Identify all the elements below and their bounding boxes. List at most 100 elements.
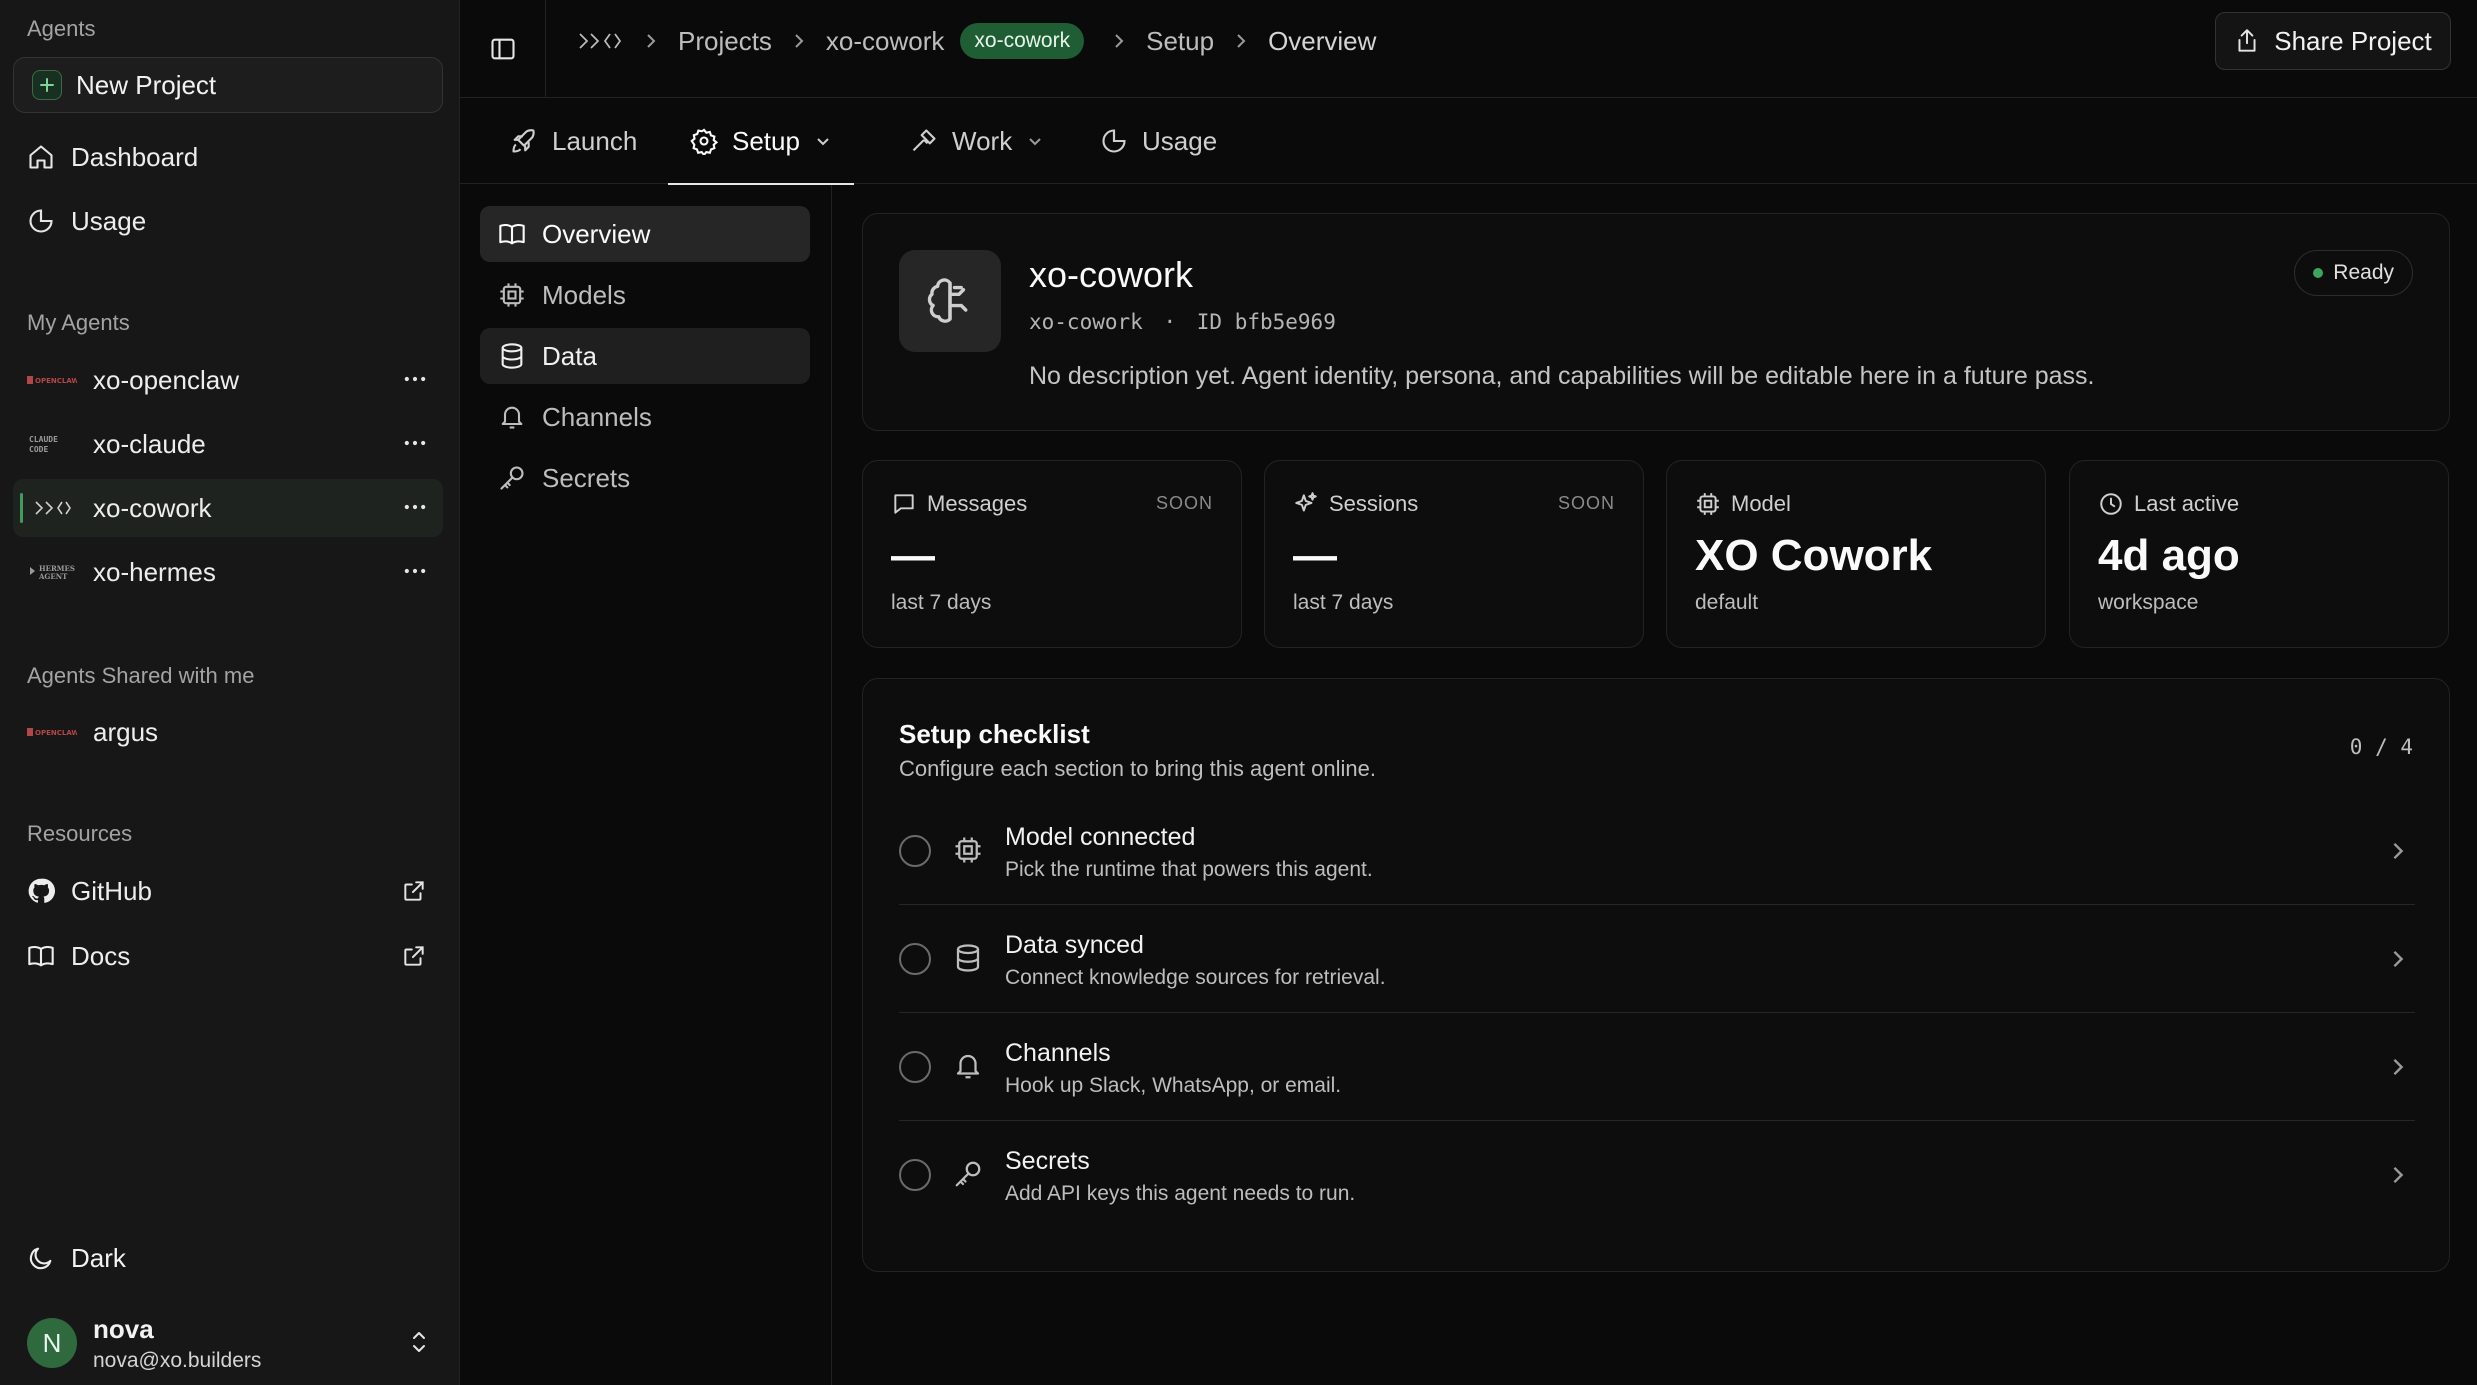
chevron-up-down-icon <box>407 1328 431 1356</box>
theme-toggle[interactable]: Dark <box>13 1230 443 1286</box>
agent-item-xo-hermes[interactable]: HERMES AGENT xo-hermes <box>13 543 443 601</box>
stat-label: Last active <box>2098 491 2239 517</box>
bell-icon <box>953 1051 983 1081</box>
home-icon <box>27 143 55 171</box>
bell-icon <box>498 403 526 431</box>
status-label: Ready <box>2333 261 2394 284</box>
stat-label: Sessions <box>1293 491 1418 517</box>
avatar: N <box>27 1318 77 1368</box>
openclaw-logo-icon: OPENCLAW <box>27 369 77 391</box>
tab-work[interactable]: Work <box>888 98 1066 184</box>
database-icon <box>498 342 526 370</box>
agent-item-xo-cowork[interactable]: xo-cowork <box>13 479 443 537</box>
breadcrumb: Projects xo-cowork xo-cowork Setup Overv… <box>576 0 1376 82</box>
subnav-label: Channels <box>542 401 652 432</box>
status-circle-icon <box>899 943 931 975</box>
stat-label: Model <box>1695 491 1791 517</box>
toggle-sidebar-button[interactable] <box>460 0 546 98</box>
plus-icon <box>32 70 62 100</box>
stat-label-text: Messages <box>927 491 1028 516</box>
topbar: Projects xo-cowork xo-cowork Setup Overv… <box>460 0 2477 98</box>
sidebar-item-label: Usage <box>71 205 147 236</box>
book-icon <box>498 220 526 248</box>
setup-checklist: Setup checklist Configure each section t… <box>862 678 2450 1272</box>
more-options-icon[interactable] <box>401 365 429 393</box>
sidebar-item-label: GitHub <box>71 875 152 906</box>
stat-card-sessions: Sessions SOON — last 7 days <box>1264 460 1644 648</box>
openclaw-logo-icon: OPENCLAW <box>27 721 77 743</box>
sidebar-item-usage[interactable]: Usage <box>13 192 443 250</box>
status-badge: Ready <box>2294 250 2413 296</box>
theme-label: Dark <box>71 1242 126 1273</box>
message-icon <box>891 491 917 517</box>
subnav-label: Secrets <box>542 462 631 493</box>
user-menu[interactable]: N nova nova@xo.builders <box>27 1312 447 1374</box>
xo-logo-icon <box>27 497 77 519</box>
chevron-right-icon <box>2387 1163 2409 1187</box>
breadcrumb-project[interactable]: xo-cowork <box>826 26 944 57</box>
subnav-item-channels[interactable]: Channels <box>480 389 810 445</box>
checklist-item-description: Add API keys this agent needs to run. <box>1005 1182 1356 1205</box>
meta-separator: · <box>1163 310 1177 334</box>
sidebar-item-github[interactable]: GitHub <box>13 862 443 920</box>
agent-item-xo-claude[interactable]: CLAUDE CODE xo-claude <box>13 415 443 473</box>
rocket-icon <box>510 127 538 155</box>
checklist-item-data[interactable]: Data synced Connect knowledge sources fo… <box>899 905 2415 1013</box>
sidebar-item-label: Docs <box>71 940 131 971</box>
soon-badge: SOON <box>1155 493 1213 513</box>
tab-label: Work <box>952 125 1013 156</box>
checklist-item-description: Pick the runtime that powers this agent. <box>1005 858 1373 881</box>
chevron-right-icon <box>2387 947 2409 971</box>
subnav-item-overview[interactable]: Overview <box>480 206 810 262</box>
tab-launch[interactable]: Launch <box>488 98 659 184</box>
tab-usage[interactable]: Usage <box>1078 98 1239 184</box>
checklist-item-model[interactable]: Model connected Pick the runtime that po… <box>899 797 2415 905</box>
status-circle-icon <box>899 1051 931 1083</box>
breadcrumb-setup[interactable]: Setup <box>1146 26 1214 57</box>
checklist-item-secrets[interactable]: Secrets Add API keys this agent needs to… <box>899 1121 2415 1229</box>
subnav-label: Data <box>542 340 597 371</box>
chevron-right-icon <box>644 31 658 51</box>
agent-slug: xo-cowork <box>1029 310 1143 334</box>
agent-item-argus[interactable]: OPENCLAW argus <box>13 703 443 761</box>
chevron-down-icon <box>1026 132 1044 150</box>
stat-value: — <box>1293 531 1337 580</box>
cpu-icon <box>1695 491 1721 517</box>
subnav-item-data[interactable]: Data <box>480 328 810 384</box>
project-badge: xo-cowork <box>960 23 1085 59</box>
more-options-icon[interactable] <box>401 429 429 457</box>
chevron-right-icon <box>2387 839 2409 863</box>
status-circle-icon <box>899 1159 931 1191</box>
checklist-item-channels[interactable]: Channels Hook up Slack, WhatsApp, or ema… <box>899 1013 2415 1121</box>
shared-agents-section-title: Agents Shared with me <box>27 663 255 688</box>
sidebar-item-dashboard[interactable]: Dashboard <box>13 128 443 186</box>
clock-icon <box>2098 491 2124 517</box>
checklist-item-description: Hook up Slack, WhatsApp, or email. <box>1005 1074 1342 1097</box>
agent-item-xo-openclaw[interactable]: OPENCLAW xo-openclaw <box>13 351 443 409</box>
setup-subnav: Overview Models Data Channels Secrets <box>460 185 832 1385</box>
chevron-right-icon <box>2387 1055 2409 1079</box>
tab-setup[interactable]: Setup <box>668 98 854 185</box>
svg-text:CODE: CODE <box>29 445 48 454</box>
subnav-item-secrets[interactable]: Secrets <box>480 450 810 506</box>
sidebar-item-docs[interactable]: Docs <box>13 927 443 985</box>
new-project-label: New Project <box>76 69 217 100</box>
subnav-item-models[interactable]: Models <box>480 267 810 323</box>
more-options-icon[interactable] <box>401 557 429 585</box>
checklist-item-title: Model connected <box>1005 823 1196 851</box>
github-icon <box>27 877 55 905</box>
agent-avatar <box>899 250 1001 352</box>
stat-subtext: default <box>1695 591 1759 614</box>
stat-subtext: last 7 days <box>891 591 992 614</box>
checklist-item-title: Secrets <box>1005 1147 1090 1175</box>
stat-value: 4d ago <box>2098 531 2240 580</box>
stat-card-last-active: Last active 4d ago workspace <box>2069 460 2449 648</box>
svg-text:OPENCLAW: OPENCLAW <box>35 377 77 385</box>
agent-item-label: xo-claude <box>93 428 206 459</box>
more-options-icon[interactable] <box>401 493 429 521</box>
new-project-button[interactable]: New Project <box>13 57 443 113</box>
share-project-button[interactable]: Share Project <box>2215 12 2451 70</box>
cpu-icon <box>498 281 526 309</box>
xo-home-icon[interactable] <box>576 30 624 52</box>
breadcrumb-projects[interactable]: Projects <box>678 26 772 57</box>
